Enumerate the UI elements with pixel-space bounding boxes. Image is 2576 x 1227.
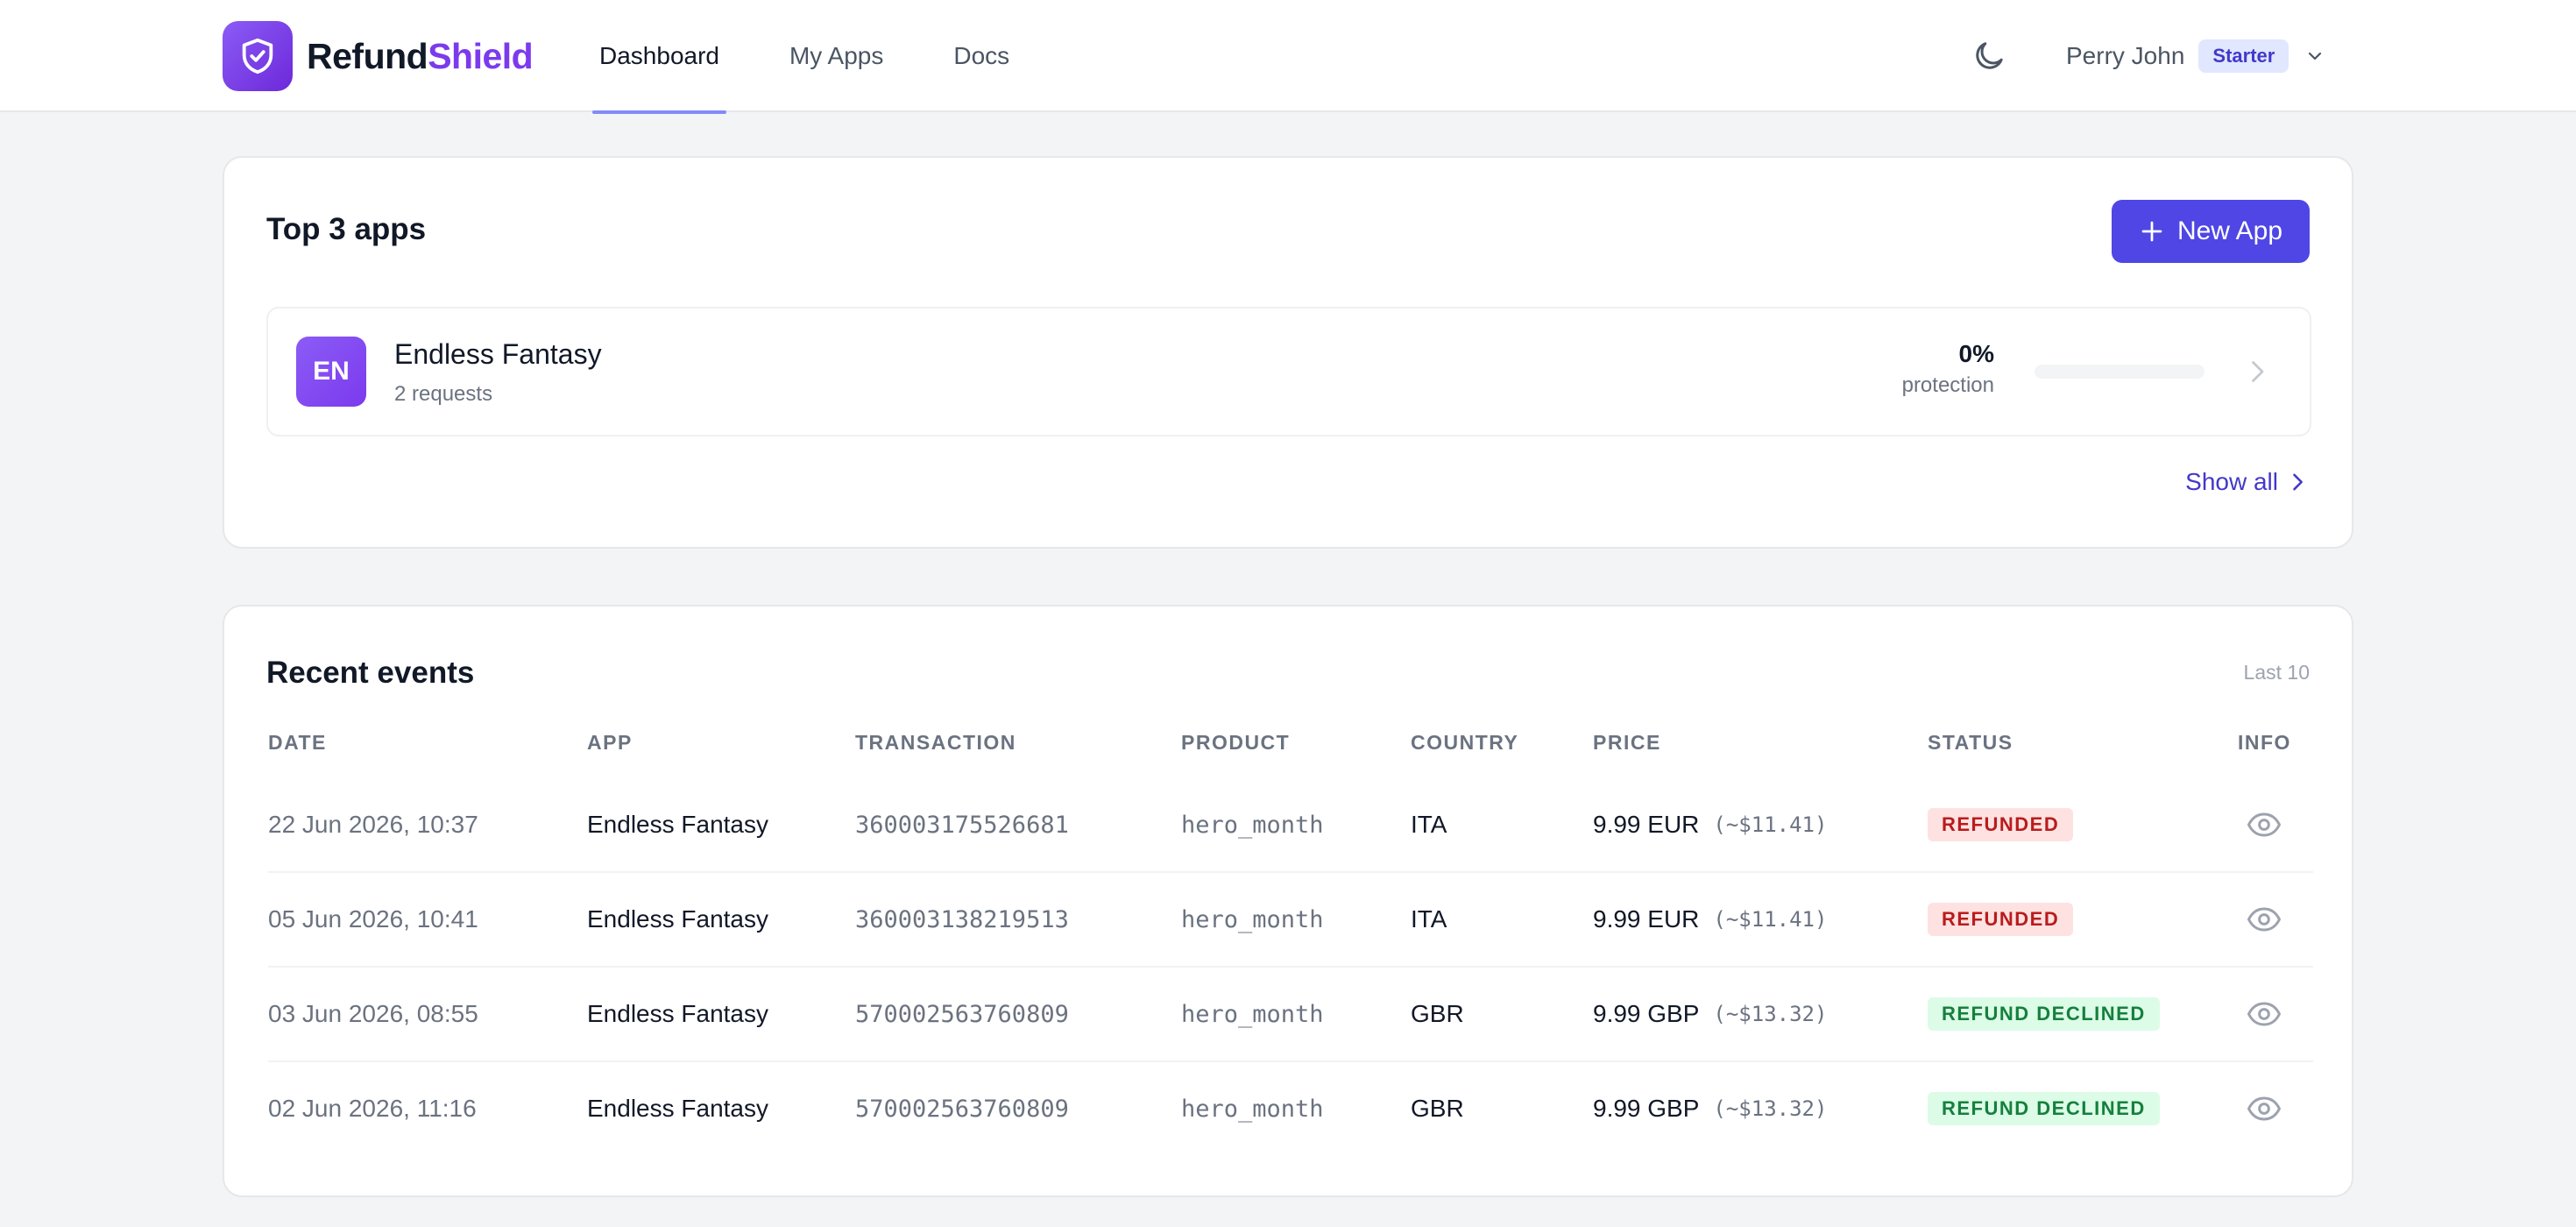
- event-transaction: 360003175526681: [855, 811, 1069, 839]
- column-header-date: DATE: [268, 731, 327, 754]
- event-price-cell: 9.99 EUR (~$11.41): [1593, 778, 1827, 871]
- nav-tab-my-apps[interactable]: My Apps: [782, 0, 890, 112]
- app-avatar: EN: [296, 337, 366, 407]
- event-app: Endless Fantasy: [587, 905, 768, 933]
- event-info-cell: [2238, 778, 2282, 871]
- protection-progress-bar: [2035, 365, 2204, 379]
- column-header-price: PRICE: [1593, 731, 1661, 754]
- column-header-status: STATUS: [1928, 731, 2013, 754]
- event-status-cell: REFUND DECLINED: [1928, 968, 2160, 1060]
- event-country: GBR: [1411, 1000, 1464, 1027]
- eye-icon[interactable]: [2247, 1091, 2282, 1126]
- event-country: ITA: [1411, 811, 1447, 838]
- event-date: 02 Jun 2026, 11:16: [268, 1095, 477, 1122]
- event-country: GBR: [1411, 1095, 1464, 1122]
- event-app: Endless Fantasy: [587, 1095, 768, 1122]
- refundshield-logo[interactable]: [223, 21, 293, 91]
- events-table-header: DATE APP TRANSACTION PRODUCT COUNTRY PRI…: [268, 731, 2313, 757]
- status-badge: REFUNDED: [1928, 903, 2074, 936]
- event-product: hero_month: [1181, 1000, 1324, 1028]
- event-info-cell: [2238, 873, 2282, 966]
- table-row: 05 Jun 2026, 10:41 Endless Fantasy 36000…: [268, 873, 2313, 968]
- event-price: 9.99 GBP: [1593, 1000, 1700, 1027]
- event-info-cell: [2238, 1062, 2282, 1155]
- top-apps-card: Top 3 apps New App EN Endless Fantasy 2 …: [223, 156, 2353, 549]
- table-row: 03 Jun 2026, 08:55 Endless Fantasy 57000…: [268, 968, 2313, 1062]
- event-app: Endless Fantasy: [587, 1000, 768, 1027]
- top-apps-title: Top 3 apps: [266, 212, 427, 246]
- new-app-label: New App: [2176, 216, 2283, 245]
- event-price: 9.99 GBP: [1593, 1095, 1700, 1122]
- event-price-usd: (~$11.41): [1713, 907, 1828, 932]
- event-transaction: 570002563760809: [855, 1000, 1069, 1028]
- event-transaction: 570002563760809: [855, 1095, 1069, 1123]
- event-product: hero_month: [1181, 1095, 1324, 1123]
- user-menu[interactable]: Perry John Starter: [2066, 30, 2325, 82]
- user-name: Perry John: [2066, 42, 2185, 69]
- event-product: hero_month: [1181, 811, 1324, 839]
- event-country: ITA: [1411, 905, 1447, 933]
- show-all-link[interactable]: Show all: [2185, 468, 2310, 496]
- brand-name-part2: Shield: [428, 36, 534, 76]
- event-price-usd: (~$13.32): [1713, 1096, 1828, 1121]
- event-price-cell: 9.99 EUR (~$11.41): [1593, 873, 1827, 966]
- main-nav: Dashboard My Apps Docs: [592, 0, 1072, 114]
- event-date: 05 Jun 2026, 10:41: [268, 905, 478, 933]
- show-all-label: Show all: [2185, 468, 2278, 495]
- column-header-country: COUNTRY: [1411, 731, 1519, 754]
- app-row-endless-fantasy[interactable]: EN Endless Fantasy 2 requests 0% protect…: [266, 307, 2311, 436]
- status-badge: REFUND DECLINED: [1928, 997, 2160, 1031]
- top-navigation-bar: RefundShield Dashboard My Apps Docs Perr…: [0, 0, 2576, 114]
- event-price-usd: (~$13.32): [1713, 1002, 1828, 1026]
- table-row: 22 Jun 2026, 10:37 Endless Fantasy 36000…: [268, 778, 2313, 873]
- app-name: Endless Fantasy: [394, 338, 602, 370]
- event-price: 9.99 EUR: [1593, 905, 1700, 933]
- column-header-transaction: TRANSACTION: [855, 731, 1016, 754]
- column-header-app: APP: [587, 731, 633, 754]
- shield-check-icon: [242, 38, 273, 74]
- eye-icon[interactable]: [2247, 807, 2282, 842]
- protection-stat: 0% protection: [1902, 340, 1994, 398]
- moon-icon[interactable]: [1971, 39, 2006, 74]
- status-badge: REFUND DECLINED: [1928, 1092, 2160, 1125]
- brand-name[interactable]: RefundShield: [307, 30, 534, 82]
- event-info-cell: [2238, 968, 2282, 1060]
- brand-name-part1: Refund: [307, 36, 428, 76]
- new-app-button[interactable]: New App: [2112, 200, 2310, 263]
- chevron-right-icon: [2252, 361, 2264, 382]
- event-price-usd: (~$11.41): [1713, 812, 1828, 837]
- app-request-count: 2 requests: [394, 382, 493, 406]
- events-range-label: Last 10: [2243, 661, 2310, 684]
- eye-icon[interactable]: [2247, 902, 2282, 937]
- column-header-info: INFO: [2238, 731, 2291, 754]
- event-status-cell: REFUNDED: [1928, 778, 2074, 871]
- event-app: Endless Fantasy: [587, 811, 768, 838]
- event-price-cell: 9.99 GBP (~$13.32): [1593, 1062, 1827, 1155]
- event-date: 22 Jun 2026, 10:37: [268, 811, 478, 838]
- eye-icon[interactable]: [2247, 996, 2282, 1032]
- recent-events-title: Recent events: [266, 656, 475, 690]
- plus-icon: [2141, 221, 2162, 242]
- protection-label: protection: [1901, 373, 1994, 397]
- chevron-down-icon: [2309, 52, 2322, 60]
- event-status-cell: REFUND DECLINED: [1928, 1062, 2160, 1155]
- event-date: 03 Jun 2026, 08:55: [268, 1000, 478, 1027]
- recent-events-card: Recent events Last 10 DATE APP TRANSACTI…: [223, 605, 2353, 1197]
- plan-badge: Starter: [2198, 39, 2289, 73]
- event-transaction: 360003138219513: [855, 905, 1069, 933]
- event-price-cell: 9.99 GBP (~$13.32): [1593, 968, 1827, 1060]
- event-price: 9.99 EUR: [1593, 811, 1700, 838]
- status-badge: REFUNDED: [1928, 808, 2074, 841]
- event-status-cell: REFUNDED: [1928, 873, 2074, 966]
- event-product: hero_month: [1181, 905, 1324, 933]
- chevron-right-icon: [2293, 473, 2303, 491]
- protection-value: 0%: [1958, 340, 1994, 367]
- table-row: 02 Jun 2026, 11:16 Endless Fantasy 57000…: [268, 1062, 2313, 1157]
- nav-tab-docs[interactable]: Docs: [946, 0, 1016, 112]
- column-header-product: PRODUCT: [1181, 731, 1291, 754]
- nav-tab-dashboard[interactable]: Dashboard: [592, 0, 726, 114]
